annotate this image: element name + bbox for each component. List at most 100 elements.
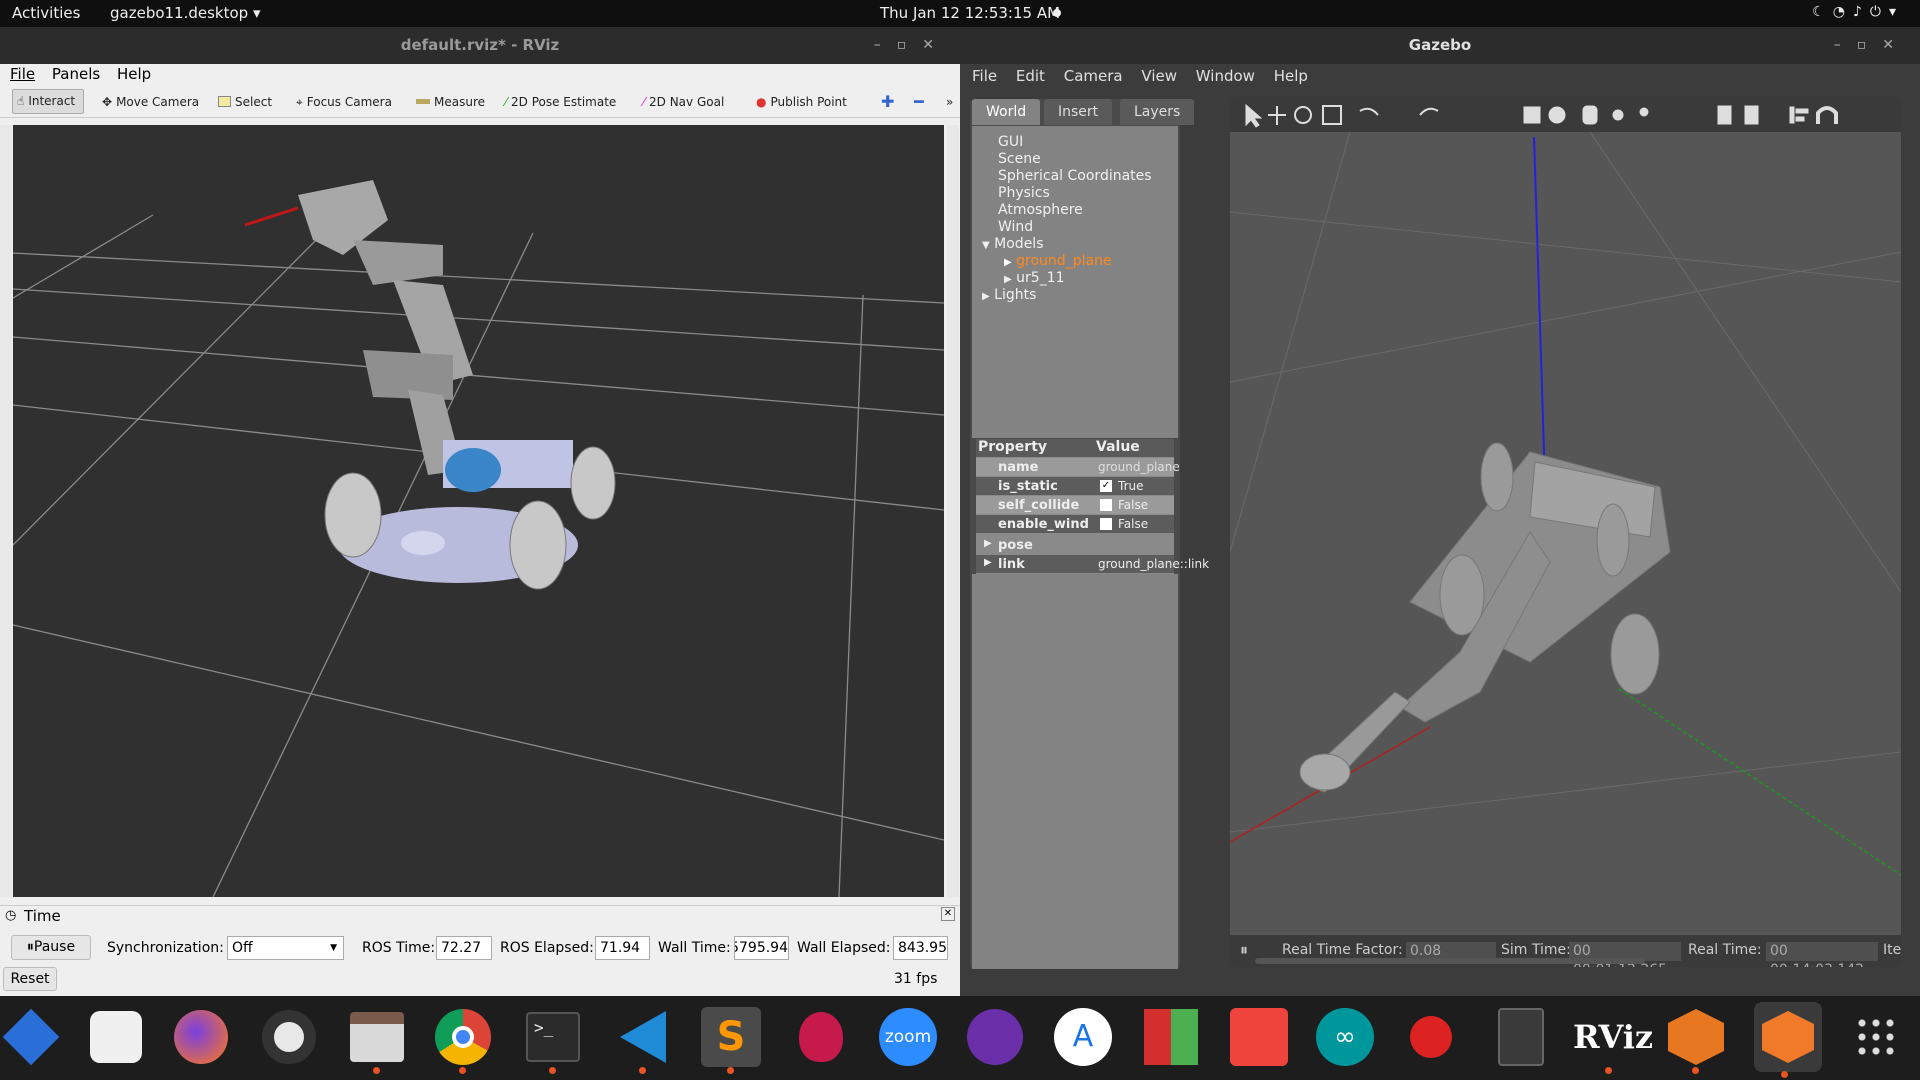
show-apps-button[interactable] bbox=[1845, 1006, 1907, 1068]
dock-windows-app[interactable] bbox=[1140, 1006, 1202, 1068]
gazebo-titlebar[interactable]: Gazebo –▫✕ bbox=[960, 27, 1920, 64]
minimize-icon[interactable]: – bbox=[874, 37, 897, 53]
dock-gazebo[interactable] bbox=[1665, 1006, 1727, 1074]
dock-raspberry[interactable] bbox=[790, 1006, 852, 1068]
left-dock-handle[interactable] bbox=[0, 125, 12, 897]
system-tray[interactable]: ☾◔♪⏻▾ bbox=[1812, 4, 1904, 20]
time-panel: ◷ Time ✕ ⏸Pause Synchronization: Off ▼ RO… bbox=[0, 905, 960, 996]
tool-2d-pose-estimate[interactable]: ⁄ 2D Pose Estimate bbox=[505, 91, 616, 113]
pause-sim-icon[interactable]: ⏸ bbox=[1240, 940, 1248, 960]
tab-world[interactable]: World bbox=[972, 99, 1041, 125]
tab-layers[interactable]: Layers bbox=[1120, 99, 1195, 125]
gz-menu-view[interactable]: View bbox=[1141, 67, 1177, 85]
toggles-icon bbox=[90, 1011, 142, 1063]
tool-publish-point[interactable]: ● Publish Point bbox=[756, 91, 847, 113]
gazebo-3d-viewport[interactable]: ⏸ Real Time Factor: 0.08 Sim Time: 00 00… bbox=[1230, 97, 1901, 967]
gazebo-view-toolbar bbox=[1230, 97, 1901, 132]
dock-settings-toggles[interactable] bbox=[85, 1006, 147, 1068]
prop-row-pose[interactable]: ▶ pose bbox=[976, 536, 1174, 554]
dock-terminal[interactable]: >_ bbox=[522, 1006, 584, 1074]
maximize-icon[interactable]: ▫ bbox=[897, 37, 923, 53]
add-tool-icon[interactable]: ✚ bbox=[881, 91, 894, 113]
right-dock-handle[interactable] bbox=[947, 125, 959, 897]
tree-ground-plane[interactable]: ▶ ground_plane bbox=[1004, 253, 1112, 269]
pause-button[interactable]: ⏸Pause bbox=[11, 935, 91, 960]
tool-interact-label: Interact bbox=[28, 94, 76, 108]
dock-files[interactable] bbox=[346, 1006, 408, 1074]
horizontal-scrollbar[interactable] bbox=[1255, 958, 1645, 964]
dock-sublime[interactable]: S bbox=[700, 1006, 762, 1074]
tab-insert[interactable]: Insert bbox=[1044, 99, 1113, 125]
rviz-titlebar[interactable]: default.rviz* - RViz –▫✕ bbox=[0, 27, 960, 64]
menu-file[interactable]: File bbox=[10, 65, 35, 83]
ros-time-field[interactable]: 72.27 bbox=[436, 936, 492, 960]
tree-ur5[interactable]: ▶ ur5_11 bbox=[1004, 270, 1065, 286]
dock-app-1[interactable] bbox=[0, 1006, 62, 1068]
reset-button[interactable]: Reset bbox=[3, 967, 57, 991]
tree-scene[interactable]: Scene bbox=[998, 151, 1041, 167]
dock-rviz[interactable]: RViz bbox=[1573, 1006, 1653, 1074]
dock-settings[interactable] bbox=[258, 1006, 320, 1068]
remove-tool-icon[interactable]: ━ bbox=[914, 91, 924, 113]
dock-anydesk[interactable] bbox=[1228, 1006, 1290, 1068]
volume-icon: ♪ bbox=[1852, 4, 1870, 20]
window-controls[interactable]: –▫✕ bbox=[874, 27, 950, 64]
wall-time-field[interactable]: 5795.94 bbox=[734, 936, 789, 960]
dock-chrome[interactable] bbox=[432, 1006, 494, 1074]
menu-panels[interactable]: Panels bbox=[52, 65, 100, 83]
ros-elapsed-field[interactable]: 71.94 bbox=[595, 936, 650, 960]
tree-models[interactable]: ▼ Models bbox=[982, 236, 1043, 252]
tree-atmosphere[interactable]: Atmosphere bbox=[998, 202, 1083, 218]
dock-calculator[interactable] bbox=[1490, 1006, 1552, 1068]
running-indicator bbox=[727, 1067, 734, 1074]
wall-elapsed-field[interactable]: 843.95 bbox=[893, 936, 948, 960]
minimize-icon[interactable]: – bbox=[1834, 37, 1857, 53]
checkbox-empty-icon[interactable] bbox=[1100, 499, 1112, 511]
tool-focus-camera[interactable]: ⌖ Focus Camera bbox=[296, 91, 392, 113]
tree-lights[interactable]: ▶ Lights bbox=[982, 287, 1036, 303]
z-axis bbox=[1533, 136, 1546, 483]
tree-spherical[interactable]: Spherical Coordinates bbox=[998, 168, 1152, 184]
dock-arduino[interactable]: ∞ bbox=[1314, 1006, 1376, 1068]
checkbox-empty-icon[interactable] bbox=[1100, 518, 1112, 530]
gz-menu-file[interactable]: File bbox=[972, 67, 997, 85]
tree-physics[interactable]: Physics bbox=[998, 185, 1050, 201]
dock-podcast[interactable] bbox=[964, 1006, 1026, 1068]
activities-button[interactable]: Activities bbox=[12, 4, 80, 22]
tool-interact[interactable]: ☝ Interact bbox=[12, 89, 85, 114]
dock-bug-tracker[interactable] bbox=[1400, 1006, 1462, 1068]
dock-vscode[interactable] bbox=[612, 1006, 674, 1074]
panel-close-icon[interactable]: ✕ bbox=[941, 907, 955, 921]
close-icon[interactable]: ✕ bbox=[922, 37, 950, 53]
prop-wind-key: enable_wind bbox=[998, 517, 1089, 532]
toolbar-overflow-icon[interactable]: » bbox=[946, 91, 953, 113]
maximize-icon[interactable]: ▫ bbox=[1857, 37, 1883, 53]
tool-2d-nav-goal[interactable]: ⁄ 2D Nav Goal bbox=[643, 91, 724, 113]
checkbox-checked-icon[interactable]: ✓ bbox=[1100, 480, 1112, 492]
gz-menu-help[interactable]: Help bbox=[1274, 67, 1308, 85]
dock-zoom[interactable]: zoom bbox=[877, 1006, 939, 1068]
rviz-window: default.rviz* - RViz –▫✕ File Panels Hel… bbox=[0, 27, 960, 996]
tree-gui[interactable]: GUI bbox=[998, 134, 1023, 150]
menu-help[interactable]: Help bbox=[117, 65, 151, 83]
gazebo-window-controls[interactable]: –▫✕ bbox=[1834, 27, 1910, 64]
tree-wind[interactable]: Wind bbox=[998, 219, 1033, 235]
running-indicator bbox=[373, 1067, 380, 1074]
clock[interactable]: Thu Jan 12 12:53:15 AM bbox=[880, 4, 1060, 22]
gz-menu-window[interactable]: Window bbox=[1196, 67, 1255, 85]
close-icon[interactable]: ✕ bbox=[1882, 37, 1910, 53]
prop-row-link[interactable]: ▶ link ground_plane::link bbox=[976, 555, 1209, 573]
gz-menu-camera[interactable]: Camera bbox=[1064, 67, 1123, 85]
tool-measure[interactable]: Measure bbox=[416, 91, 485, 113]
sync-select[interactable]: Off ▼ bbox=[227, 936, 344, 960]
tool-move-camera[interactable]: ✥ Move Camera bbox=[102, 91, 199, 113]
dock-firefox[interactable] bbox=[170, 1006, 232, 1068]
dock-gazebo-active[interactable] bbox=[1754, 1002, 1822, 1078]
property-header: Property Value bbox=[976, 439, 1174, 457]
gz-menu-edit[interactable]: Edit bbox=[1016, 67, 1045, 85]
chevron-down-icon: ▼ bbox=[330, 943, 337, 953]
dock-app-store[interactable]: A bbox=[1052, 1006, 1114, 1068]
app-menu[interactable]: gazebo11.desktop ▾ bbox=[110, 4, 261, 22]
tool-select[interactable]: Select bbox=[218, 91, 272, 113]
rviz-3d-viewport[interactable] bbox=[13, 125, 944, 897]
